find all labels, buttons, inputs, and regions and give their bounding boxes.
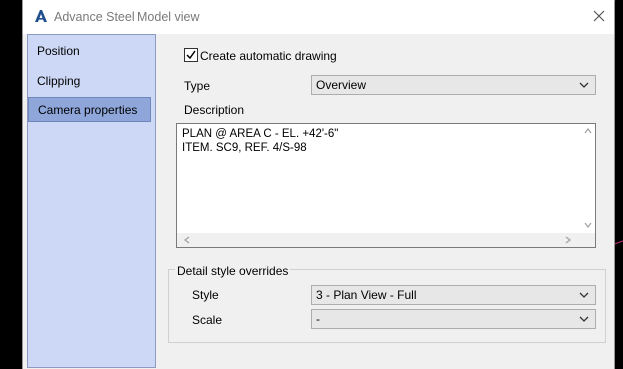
chevron-down-icon [579, 292, 589, 298]
scale-dropdown[interactable]: - [311, 309, 596, 329]
description-label: Description [184, 103, 245, 117]
title-bar: Advance Steel Model view [23, 0, 614, 34]
type-value: Overview [316, 78, 367, 92]
scroll-left-icon[interactable] [180, 233, 194, 247]
description-textarea[interactable]: PLAN @ AREA C - EL. +42'-6" ITEM. SC9, RE… [176, 123, 596, 248]
advance-steel-logo-icon [34, 9, 48, 23]
description-text: PLAN @ AREA C - EL. +42'-6" ITEM. SC9, RE… [182, 127, 338, 155]
model-view-dialog: Advance Steel Model view Position Clippi… [22, 0, 615, 369]
close-icon[interactable] [591, 8, 607, 24]
scroll-down-icon[interactable] [581, 218, 595, 232]
chevron-down-icon [579, 82, 589, 88]
sidebar-item-clipping[interactable]: Clipping [28, 69, 151, 94]
chevron-down-icon [579, 316, 589, 322]
type-dropdown[interactable]: Overview [311, 75, 596, 95]
scroll-up-icon[interactable] [581, 124, 595, 138]
style-label: Style [192, 288, 219, 302]
type-label: Type [184, 79, 211, 93]
sidebar-item-label: Position [37, 44, 80, 58]
window-title: Model view [137, 10, 200, 24]
description-line: ITEM. SC9, REF. 4/S-98 [182, 142, 307, 154]
sidebar-item-label: Clipping [37, 74, 81, 88]
detail-style-overrides-title: Detail style overrides [175, 264, 291, 278]
sidebar-item-label: Camera properties [38, 103, 138, 117]
sidebar-item-camera-properties[interactable]: Camera properties [28, 97, 151, 122]
app-name: Advance Steel [54, 10, 135, 24]
style-value: 3 - Plan View - Full [316, 288, 417, 302]
vertical-scrollbar[interactable] [581, 124, 595, 234]
horizontal-scrollbar[interactable] [177, 233, 595, 247]
description-line: PLAN @ AREA C - EL. +42'-6" [182, 128, 339, 140]
style-dropdown[interactable]: 3 - Plan View - Full [311, 285, 596, 305]
scroll-right-icon[interactable] [561, 233, 575, 247]
sidebar: Position Clipping Camera properties [27, 34, 156, 368]
create-automatic-drawing-checkbox[interactable] [184, 48, 198, 62]
create-automatic-drawing-label: Create automatic drawing [200, 49, 337, 63]
scale-value: - [316, 312, 320, 326]
scale-label: Scale [192, 313, 223, 327]
checkmark-icon [186, 50, 196, 60]
sidebar-item-position[interactable]: Position [28, 39, 151, 64]
detail-style-overrides-group [168, 269, 606, 343]
